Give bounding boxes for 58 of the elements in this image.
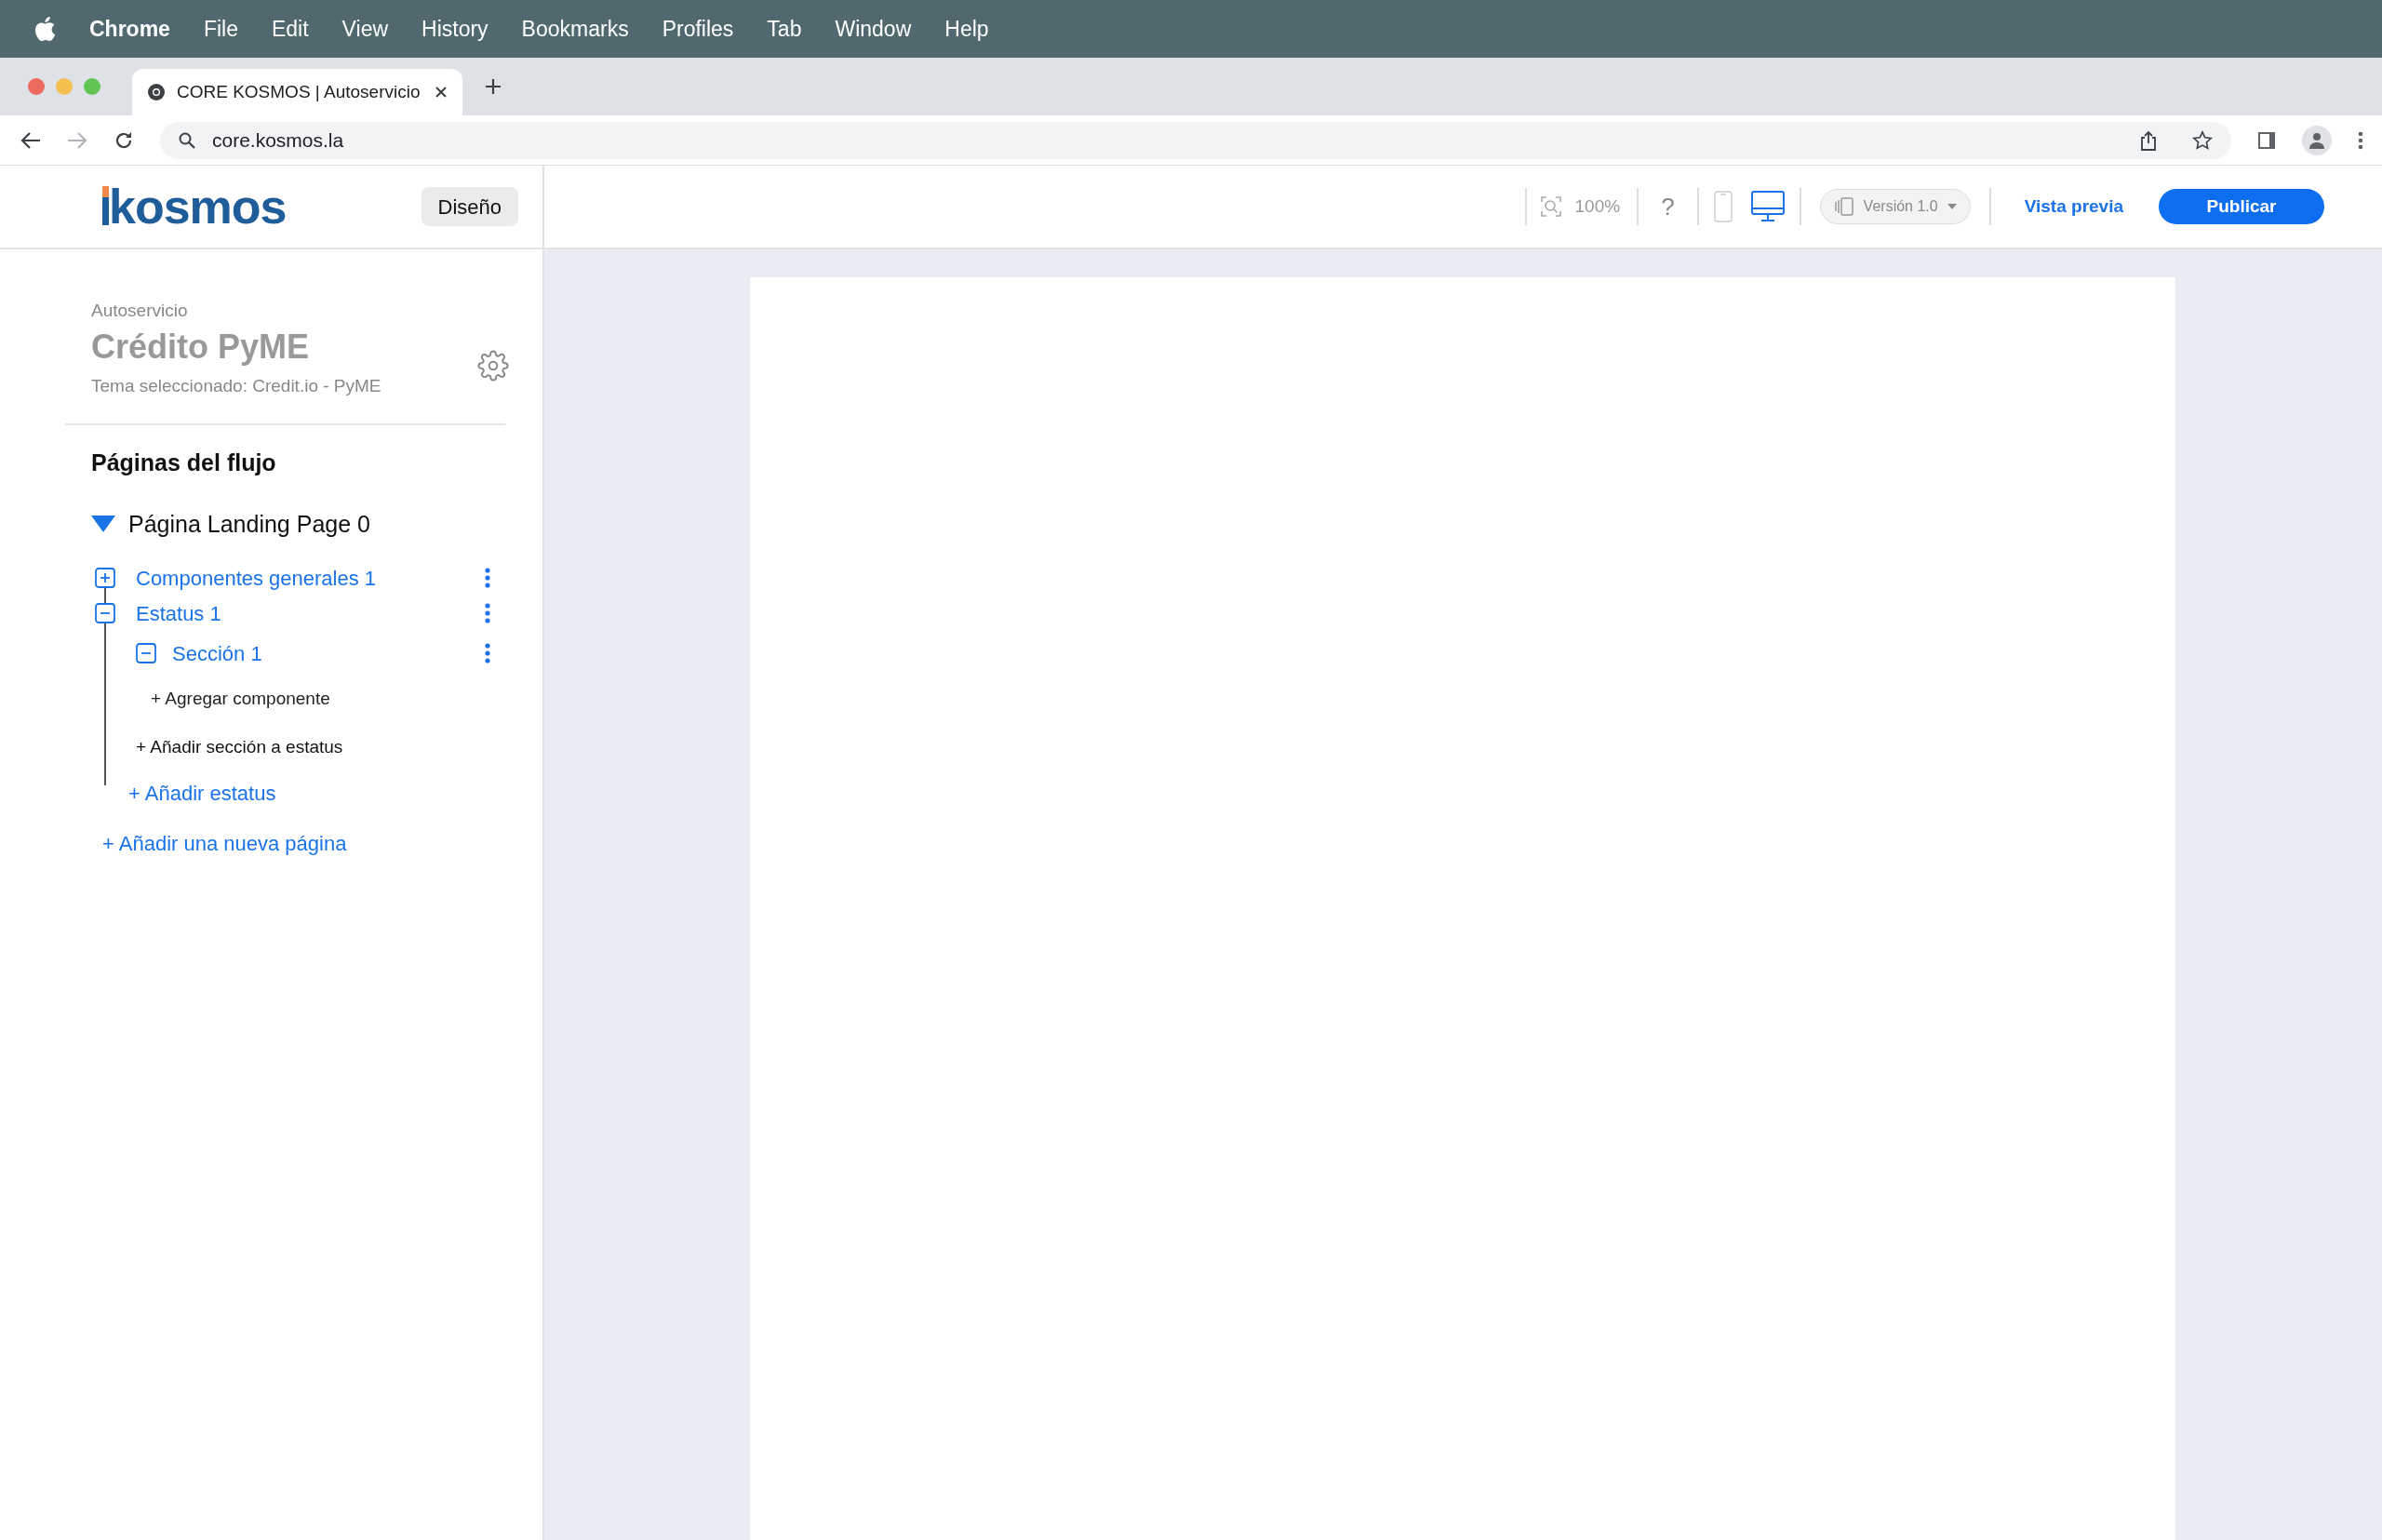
menu-item[interactable]: Help — [944, 12, 989, 46]
zoom-icon[interactable] — [1539, 195, 1562, 218]
settings-icon[interactable] — [477, 350, 509, 382]
help-button[interactable]: ? — [1639, 188, 1697, 225]
caret-icon — [1947, 204, 1957, 209]
add-section-link[interactable]: + Añadir sección a estatus — [136, 733, 343, 761]
menu-item[interactable]: Window — [835, 12, 912, 46]
menu-item[interactable]: Edit — [271, 12, 309, 46]
new-tab-icon[interactable] — [485, 78, 502, 95]
flow-category: Autoservicio — [91, 300, 189, 322]
side-panel-icon[interactable] — [2257, 130, 2276, 150]
more-options-icon[interactable] — [485, 603, 490, 623]
menu-item[interactable]: View — [341, 12, 389, 46]
menu-item[interactable]: File — [203, 12, 238, 46]
section-heading: Páginas del flujo — [90, 449, 277, 477]
tree-item[interactable]: Estatus 1 — [136, 597, 485, 629]
zoom-level: 100% — [1574, 194, 1621, 218]
more-options-icon[interactable] — [485, 643, 490, 663]
selected-theme: Tema seleccionado: Credit.io - PyME — [91, 374, 381, 397]
menu-item[interactable]: History — [422, 12, 488, 46]
browser-logo-icon — [147, 83, 166, 101]
browser-tab[interactable]: CORE KOSMOS | Autoservicio — [132, 69, 462, 115]
publish-button[interactable]: Publicar — [2159, 189, 2324, 224]
url-text: core.kosmos.la — [212, 127, 345, 153]
expand-icon[interactable] — [95, 568, 115, 588]
section-item[interactable]: Sección 1 — [172, 637, 485, 669]
preview-link[interactable]: Vista previa — [2024, 193, 2123, 221]
profile-avatar[interactable] — [2302, 125, 2332, 155]
menu-item[interactable]: Profiles — [662, 12, 734, 46]
app-menu[interactable]: Chrome — [89, 12, 170, 46]
menu-item[interactable]: Tab — [767, 12, 802, 46]
add-page-link[interactable]: + Añadir una nueva página — [102, 832, 347, 855]
collapse-icon[interactable] — [136, 643, 156, 663]
collapse-triangle-icon[interactable] — [91, 516, 115, 533]
more-options-icon[interactable] — [485, 568, 490, 588]
back-icon[interactable] — [20, 130, 41, 150]
star-icon[interactable] — [2192, 129, 2213, 151]
collapse-icon[interactable] — [95, 603, 115, 623]
tree-item[interactable]: Componentes generales 1 — [136, 562, 485, 594]
tab-title: CORE KOSMOS | Autoservicio — [177, 80, 422, 103]
desktop-device-icon[interactable] — [1750, 191, 1785, 222]
close-icon[interactable] — [435, 86, 448, 99]
address-bar[interactable]: core.kosmos.la — [160, 121, 2231, 159]
person-icon — [2308, 131, 2325, 149]
apple-logo-icon[interactable] — [33, 16, 56, 42]
version-dropdown[interactable]: Versión 1.0 — [1819, 189, 1971, 224]
versions-icon — [1833, 196, 1854, 217]
add-status-link[interactable]: + Añadir estatus — [128, 777, 276, 809]
close-window-button[interactable] — [28, 78, 45, 95]
kosmos-logo: kosmos — [102, 182, 287, 231]
search-icon — [179, 131, 195, 149]
flow-title: Crédito PyME — [91, 326, 311, 368]
add-component-link[interactable]: + Agregar componente — [151, 685, 330, 713]
share-icon[interactable] — [2140, 129, 2157, 151]
mode-button[interactable]: Diseño — [421, 187, 518, 226]
page-title[interactable]: Página Landing Page 0 — [128, 506, 370, 542]
more-options-icon[interactable] — [2358, 130, 2363, 150]
menu-item[interactable]: Bookmarks — [521, 12, 629, 46]
